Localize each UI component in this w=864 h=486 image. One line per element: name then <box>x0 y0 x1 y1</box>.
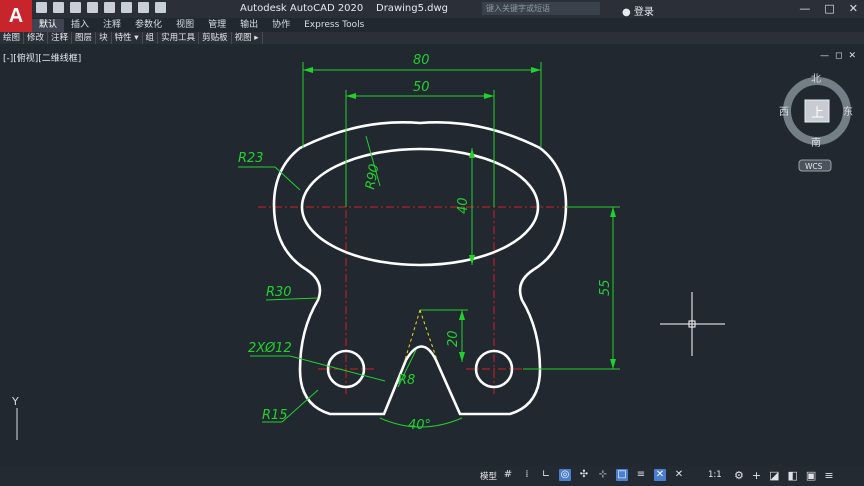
viewport-label[interactable]: [-][俯视][二维线框] <box>3 51 81 64</box>
tab-annotate[interactable]: 注释 <box>96 19 128 32</box>
new-file-icon[interactable] <box>36 2 47 13</box>
snap-icon[interactable]: ⁞ <box>521 469 533 481</box>
maximize-button[interactable]: □ <box>824 2 834 15</box>
ucs-y-label: Y <box>11 395 19 408</box>
dim-50-text: 50 <box>413 80 430 95</box>
panel-properties[interactable]: 特性 ▾ <box>112 32 143 44</box>
undo-icon[interactable] <box>138 2 149 13</box>
web-icon[interactable] <box>104 2 115 13</box>
login-button[interactable]: ● 登录 <box>622 3 654 18</box>
part-outline <box>272 121 568 416</box>
viewcube-west: 西 <box>779 107 789 118</box>
annotation-visibility-icon[interactable]: ✕ <box>654 469 666 481</box>
panel-utilities[interactable]: 实用工具 <box>158 32 200 44</box>
wcs-label: WCS <box>805 162 823 171</box>
viewcube-south: 南 <box>811 136 821 149</box>
dim-r15-text: R15 <box>262 408 288 423</box>
object-snap-icon[interactable]: □ <box>616 469 628 481</box>
outer-profile <box>272 121 568 416</box>
ortho-icon[interactable]: ∟ <box>540 469 552 481</box>
plot-icon[interactable] <box>121 2 132 13</box>
dim-r8-text: R8 <box>398 373 415 388</box>
viewcube-top-label: 上 <box>811 106 824 121</box>
redo-icon[interactable] <box>155 2 166 13</box>
search-input[interactable]: 键入关键字或短语 <box>482 2 600 15</box>
viewport-close-button[interactable]: ✕ <box>848 51 856 61</box>
dim-r30-text: R30 <box>266 285 292 300</box>
dim-r23-text: R23 <box>238 151 264 166</box>
viewport-controls: — ◻ ✕ <box>820 51 856 61</box>
panel-draw[interactable]: 绘图 <box>0 32 25 44</box>
crosshair-cursor <box>660 292 725 356</box>
model-space-button[interactable]: 模型 <box>480 470 497 482</box>
panel-clipboard[interactable]: 剪贴板 <box>199 32 232 44</box>
polar-tracking-icon[interactable]: ◎ <box>559 469 571 481</box>
arrowheads <box>303 67 616 369</box>
tab-home[interactable]: 默认 <box>32 19 65 32</box>
tab-insert[interactable]: 插入 <box>64 19 96 32</box>
isolate-icon[interactable]: ◪ <box>769 469 779 482</box>
object-snap-tracking-icon[interactable]: ⊹ <box>597 469 609 481</box>
viewcube-east: 东 <box>843 105 853 118</box>
open-file-icon[interactable] <box>53 2 64 13</box>
isodraft-icon[interactable]: ✣ <box>578 469 590 481</box>
panel-block[interactable]: 块 <box>96 32 112 44</box>
ribbon-panel-bar: 绘图 修改 注释 图层 块 特性 ▾ 组 实用工具 剪贴板 视图 ▸ <box>0 32 864 44</box>
dim-55-text: 55 <box>598 279 613 296</box>
viewcube[interactable]: 上 北 南 西 东 WCS <box>779 73 853 172</box>
dim-angle-text: 40° <box>408 418 431 433</box>
file-name: Drawing5.dwg <box>376 3 448 14</box>
minimize-button[interactable]: — <box>799 2 810 15</box>
tab-output[interactable]: 输出 <box>233 19 265 32</box>
ribbon-tabs: 默认 插入 注释 参数化 视图 管理 输出 协作 Express Tools <box>32 19 371 32</box>
annotation-scale-icon[interactable]: ✕ <box>673 469 685 481</box>
save-as-icon[interactable] <box>87 2 98 13</box>
dim-20-text: 20 <box>446 330 461 347</box>
viewport-minimize-button[interactable]: — <box>820 51 829 61</box>
save-icon[interactable] <box>70 2 81 13</box>
window-controls: — □ ✕ <box>799 2 858 15</box>
dim-holes-text: 2XØ12 <box>248 341 292 356</box>
quick-access-toolbar <box>36 2 166 13</box>
panel-groups[interactable]: 组 <box>143 32 159 44</box>
status-toggles: # ⁞ ∟ ◎ ✣ ⊹ □ ≡ ✕ ✕ <box>502 469 685 481</box>
tab-view[interactable]: 视图 <box>169 19 201 32</box>
close-button[interactable]: ✕ <box>849 2 858 15</box>
application-menu-button[interactable]: A <box>0 0 32 32</box>
panel-modify[interactable]: 修改 <box>24 32 49 44</box>
dim-80-text: 80 <box>413 53 430 68</box>
panel-layers[interactable]: 图层 <box>72 32 97 44</box>
tab-express-tools[interactable]: Express Tools <box>297 19 371 32</box>
status-right-tools: ⚙ + ◪ ◧ ▣ ≡ <box>734 469 834 482</box>
viewcube-north: 北 <box>811 73 821 85</box>
plus-icon[interactable]: + <box>752 469 761 482</box>
tab-manage[interactable]: 管理 <box>201 19 233 32</box>
window-title: Autodesk AutoCAD 2020 Drawing5.dwg <box>240 3 448 14</box>
viewport-restore-button[interactable]: ◻ <box>835 51 842 61</box>
panel-view[interactable]: 视图 ▸ <box>232 32 263 44</box>
title-bar: Autodesk AutoCAD 2020 Drawing5.dwg 键入关键字… <box>0 0 864 18</box>
dim-40-text: 40 <box>456 197 471 214</box>
lineweight-icon[interactable]: ≡ <box>635 469 647 481</box>
annotation-scale[interactable]: 1:1 <box>708 470 722 480</box>
grid-icon[interactable]: # <box>502 469 514 481</box>
clean-screen-icon[interactable]: ▣ <box>806 469 816 482</box>
app-title: Autodesk AutoCAD 2020 <box>240 3 364 14</box>
hardware-acceleration-icon[interactable]: ◧ <box>788 469 798 482</box>
login-label: 登录 <box>633 7 654 18</box>
panel-annotation[interactable]: 注释 <box>48 32 73 44</box>
dim-r90-text: R90 <box>363 163 382 191</box>
customize-menu-icon[interactable]: ≡ <box>824 469 833 482</box>
dimension-lines <box>238 62 620 428</box>
user-icon: ● <box>622 7 631 18</box>
gear-icon[interactable]: ⚙ <box>734 469 744 482</box>
tab-collaborate[interactable]: 协作 <box>265 19 297 32</box>
tab-parametric[interactable]: 参数化 <box>128 19 169 32</box>
drawing-canvas[interactable]: 80 50 R23 R30 2XØ12 R15 R8 40° R90 40 55… <box>0 46 864 466</box>
